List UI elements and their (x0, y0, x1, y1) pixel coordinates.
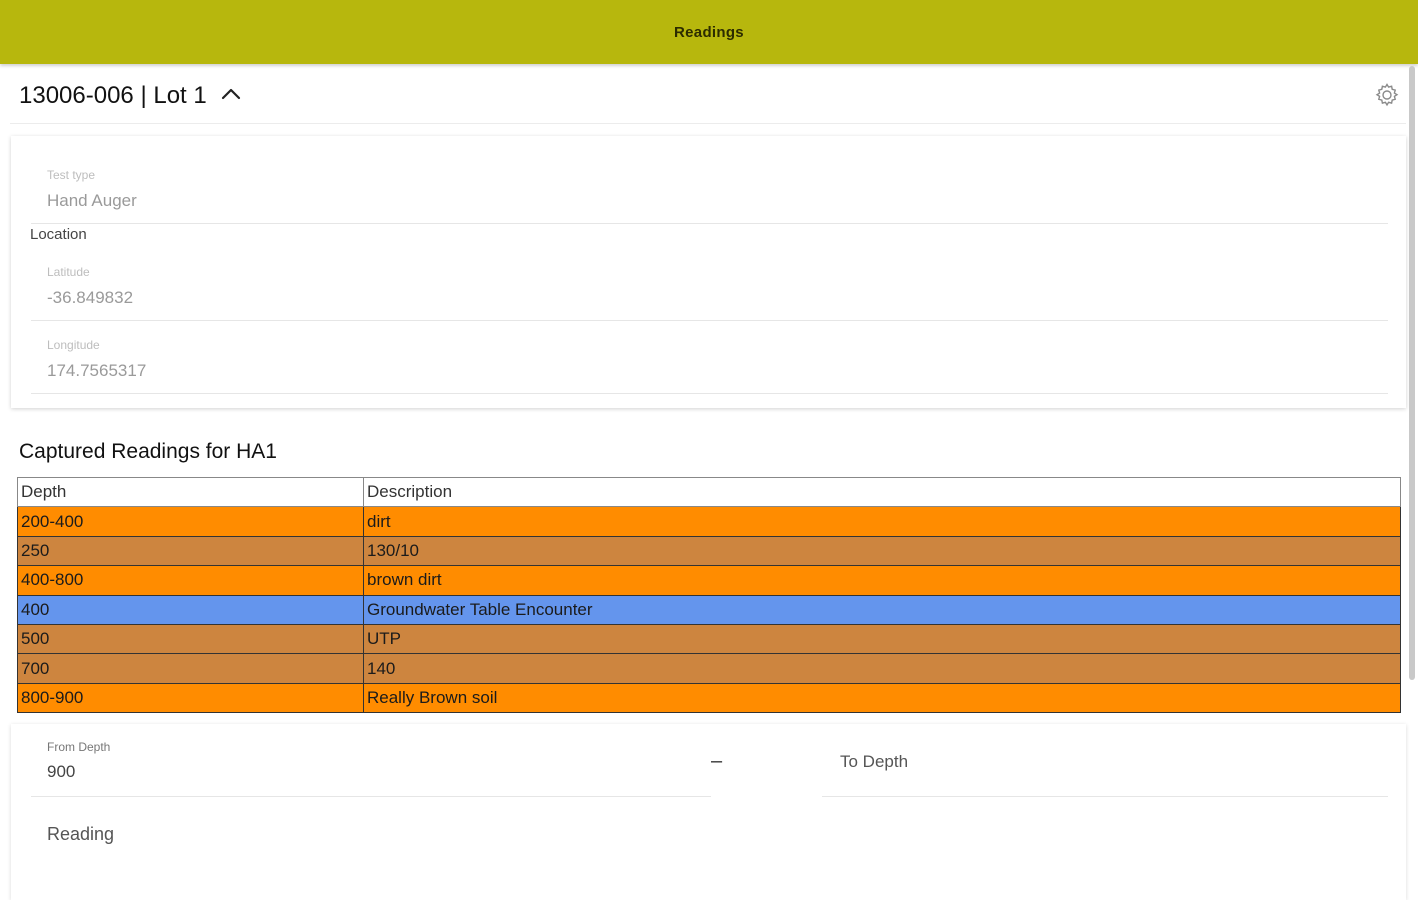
description-cell: Really Brown soil (363, 682, 1401, 714)
column-header-depth: Depth (17, 476, 364, 508)
depth-cell: 400-800 (17, 565, 364, 596)
test-type-value: Hand Auger (47, 191, 137, 210)
description-cell: Groundwater Table Encounter (363, 594, 1401, 625)
depth-cell: 200-400 (17, 506, 364, 537)
depth-cell: 700 (17, 653, 364, 684)
depth-cell: 500 (17, 623, 364, 655)
table-row[interactable]: 400 Groundwater Table Encounter (17, 594, 1401, 625)
depth-cell: 400 (17, 594, 364, 625)
description-cell: brown dirt (363, 565, 1401, 596)
latitude-label: Latitude (47, 265, 90, 279)
column-header-description: Description (363, 476, 1401, 508)
table-header-row: Depth Description (17, 476, 1401, 508)
from-depth-label: From Depth (47, 740, 111, 754)
table-row[interactable]: 250 130/10 (17, 535, 1401, 567)
readings-table: Depth Description 200-400 dirt 250 130/10 40… (17, 476, 1401, 714)
captured-readings-title: Captured Readings for HA1 (19, 440, 277, 463)
table-row[interactable]: 400-800 brown dirt (17, 565, 1401, 596)
from-depth-field[interactable]: From Depth (31, 724, 711, 797)
description-cell: 140 (363, 653, 1401, 684)
test-info-card: Test type Hand Auger Location Latitude -… (11, 136, 1406, 408)
description-cell: 130/10 (363, 535, 1401, 567)
project-header: 13006-006 | Lot 1 (10, 68, 1406, 124)
to-depth-field[interactable] (822, 724, 1388, 797)
reading-entry-card: From Depth – (11, 724, 1406, 900)
latitude-value: -36.849832 (47, 288, 134, 307)
from-depth-input[interactable] (47, 762, 647, 782)
table-row[interactable]: 200-400 dirt (17, 506, 1401, 537)
depth-cell: 800-900 (17, 682, 364, 714)
depth-cell: 250 (17, 535, 364, 567)
table-row[interactable]: 500 UTP (17, 623, 1401, 655)
longitude-label: Longitude (47, 338, 100, 352)
scrollbar[interactable] (1409, 66, 1415, 680)
latitude-field[interactable]: Latitude -36.849832 (31, 250, 1388, 321)
test-type-field[interactable]: Test type Hand Auger (31, 136, 1388, 224)
gear-icon[interactable] (1372, 80, 1402, 110)
project-title: 13006-006 | Lot 1 (19, 81, 207, 109)
longitude-field[interactable]: Longitude 174.7565317 (31, 321, 1388, 394)
table-row[interactable]: 800-900 Really Brown soil (17, 682, 1401, 714)
app-bar: Readings (0, 0, 1418, 64)
app-bar-title: Readings (674, 23, 744, 41)
to-depth-input[interactable] (840, 752, 1340, 772)
table-row[interactable]: 700 140 (17, 653, 1401, 684)
description-cell: UTP (363, 623, 1401, 655)
location-label: Location (30, 226, 87, 243)
longitude-value: 174.7565317 (47, 361, 147, 380)
test-type-label: Test type (47, 168, 96, 182)
chevron-up-icon[interactable] (219, 84, 243, 104)
reading-input[interactable] (47, 824, 647, 845)
description-cell: dirt (363, 506, 1401, 537)
depth-range-separator: – (711, 750, 723, 772)
